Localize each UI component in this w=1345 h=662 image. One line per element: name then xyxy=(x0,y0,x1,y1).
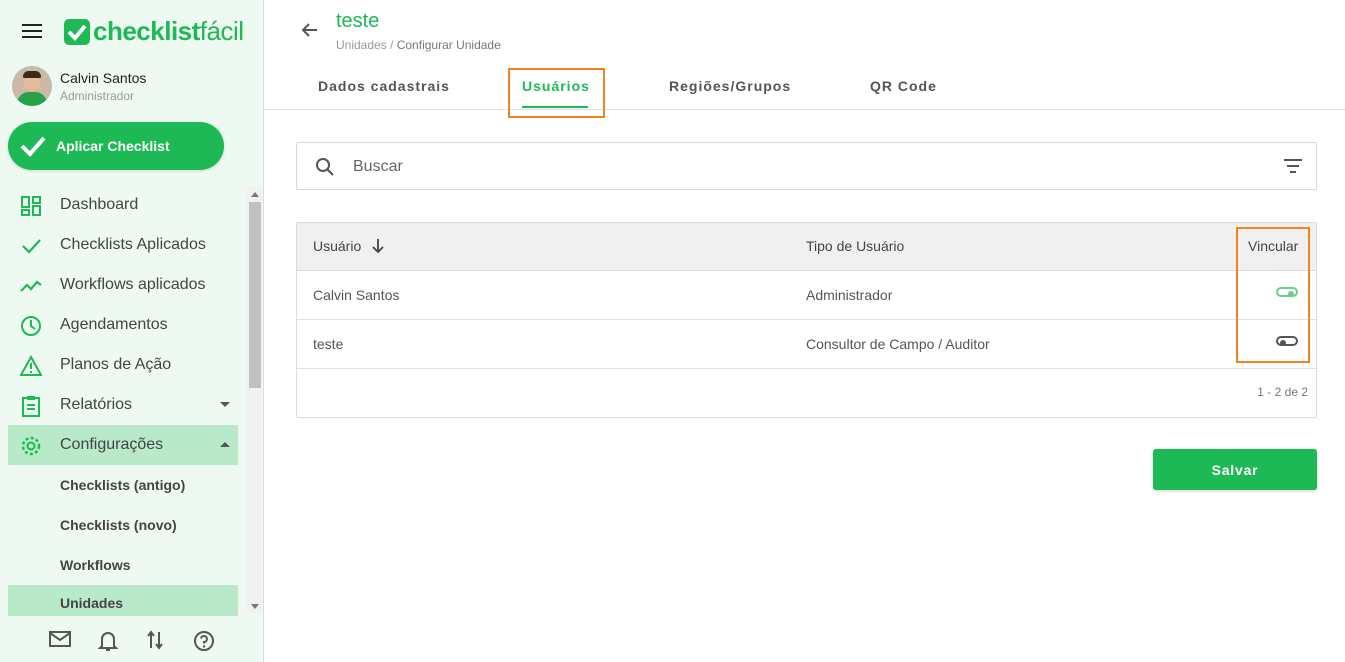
clipboard-icon xyxy=(22,396,40,417)
page-title: teste xyxy=(336,10,380,32)
profile-name: Calvin Santos xyxy=(60,69,147,86)
sidebar-subitem-label: Workflows xyxy=(60,557,131,573)
sidebar-nav: Dashboard Checklists Aplicados Workflows… xyxy=(8,185,238,621)
sidebar-subitem-label: Checklists (antigo) xyxy=(60,477,186,493)
clock-icon xyxy=(21,316,41,336)
profile-role: Administrador xyxy=(60,88,135,103)
search-icon xyxy=(316,158,334,176)
help-icon[interactable] xyxy=(193,630,215,652)
sidebar-subitem-checklists-antigo[interactable]: Checklists (antigo) xyxy=(8,465,238,505)
sidebar-subitem-workflows[interactable]: Workflows xyxy=(8,545,238,585)
user-name-cell: Calvin Santos xyxy=(313,287,400,303)
tab-regioes-grupos[interactable]: Regiões/Grupos xyxy=(669,78,791,94)
user-profile[interactable]: Calvin Santos Administrador xyxy=(12,66,146,106)
dashboard-icon xyxy=(21,196,41,216)
search-input[interactable] xyxy=(353,154,1253,180)
column-header-usuario[interactable]: Usuário xyxy=(313,238,385,254)
sidebar-item-label: Checklists Aplicados xyxy=(60,236,206,253)
bell-icon[interactable] xyxy=(98,630,118,652)
pagination-info: 1 - 2 de 2 xyxy=(1257,385,1308,399)
filter-icon[interactable] xyxy=(1284,159,1302,173)
sidebar-item-agendamentos[interactable]: Agendamentos xyxy=(8,305,238,345)
user-type-cell: Administrador xyxy=(806,287,893,303)
sidebar-item-configuracoes[interactable]: Configurações xyxy=(8,425,238,465)
highlight-box-vincular xyxy=(1236,227,1310,363)
logo-check-icon xyxy=(64,18,90,45)
highlight-box-tab xyxy=(508,68,605,118)
table-row: Calvin Santos Administrador xyxy=(297,271,1316,320)
back-arrow-icon[interactable] xyxy=(300,20,320,40)
apply-checklist-label: Aplicar Checklist xyxy=(56,138,170,154)
avatar xyxy=(12,66,52,106)
menu-icon[interactable] xyxy=(22,24,42,40)
sort-down-arrow-icon[interactable] xyxy=(371,238,385,254)
sidebar-item-checklists-aplicados[interactable]: Checklists Aplicados xyxy=(8,225,238,265)
logo-text: checklistfácil xyxy=(93,16,244,47)
chevron-up-icon xyxy=(220,442,230,447)
logo: checklistfácil xyxy=(64,16,244,47)
table-header: Usuário Tipo de Usuário Vincular xyxy=(297,223,1316,271)
sidebar-item-label: Planos de Ação xyxy=(60,356,172,373)
sidebar-item-label: Dashboard xyxy=(60,196,139,213)
tab-qr-code[interactable]: QR Code xyxy=(870,78,937,94)
user-name-cell: teste xyxy=(313,336,344,352)
app-root: checklistfácil Calvin Santos Administrad… xyxy=(0,0,1345,662)
breadcrumb: Unidades / Configurar Unidade xyxy=(336,38,501,52)
sidebar: checklistfácil Calvin Santos Administrad… xyxy=(0,0,264,662)
mail-icon[interactable] xyxy=(49,630,71,648)
logo-text-bold: checklist xyxy=(93,16,200,46)
breadcrumb-current: Configurar Unidade xyxy=(396,38,501,52)
sidebar-item-label: Relatórios xyxy=(60,396,133,413)
users-table: Usuário Tipo de Usuário Vincular Calvin … xyxy=(296,222,1317,418)
column-header-usuario-label: Usuário xyxy=(313,238,362,254)
gear-icon xyxy=(21,436,41,456)
apply-checklist-button[interactable]: Aplicar Checklist xyxy=(8,122,224,170)
search-bar xyxy=(296,142,1317,190)
save-button[interactable]: Salvar xyxy=(1153,449,1317,490)
column-header-tipo-de-usuario: Tipo de Usuário xyxy=(806,238,905,254)
sidebar-bottom-bar xyxy=(0,616,263,662)
sidebar-item-planos-de-acao[interactable]: Planos de Ação xyxy=(8,345,238,385)
sync-arrows-icon[interactable] xyxy=(146,630,164,650)
sidebar-item-dashboard[interactable]: Dashboard xyxy=(8,185,238,225)
scroll-up-icon[interactable] xyxy=(251,192,259,197)
sidebar-item-workflows-aplicados[interactable]: Workflows aplicados xyxy=(8,265,238,305)
main-content: teste Unidades / Configurar Unidade Dado… xyxy=(264,0,1345,662)
breadcrumb-parent[interactable]: Unidades / xyxy=(336,38,393,52)
check-icon xyxy=(20,136,46,157)
warning-icon xyxy=(20,355,42,376)
trend-icon xyxy=(20,280,42,292)
sidebar-item-label: Agendamentos xyxy=(60,316,168,333)
sidebar-item-label: Configurações xyxy=(60,436,164,453)
sidebar-item-relatorios[interactable]: Relatórios xyxy=(8,385,238,425)
sidebar-subitem-label: Unidades xyxy=(60,595,124,611)
sidebar-subitem-label: Checklists (novo) xyxy=(60,517,177,533)
sidebar-subitem-checklists-novo[interactable]: Checklists (novo) xyxy=(8,505,238,545)
tab-dados-cadastrais[interactable]: Dados cadastrais xyxy=(318,78,450,94)
logo-text-light: fácil xyxy=(199,16,244,46)
sidebar-scrollbar-thumb[interactable] xyxy=(249,202,261,388)
tab-bar: Dados cadastrais Usuários Regiões/Grupos… xyxy=(264,60,1345,110)
sidebar-item-label: Workflows aplicados xyxy=(60,276,206,293)
chevron-down-icon xyxy=(220,402,230,407)
user-type-cell: Consultor de Campo / Auditor xyxy=(806,336,990,352)
check-icon xyxy=(22,239,41,254)
scroll-down-icon[interactable] xyxy=(251,604,259,609)
table-row: teste Consultor de Campo / Auditor xyxy=(297,320,1316,369)
